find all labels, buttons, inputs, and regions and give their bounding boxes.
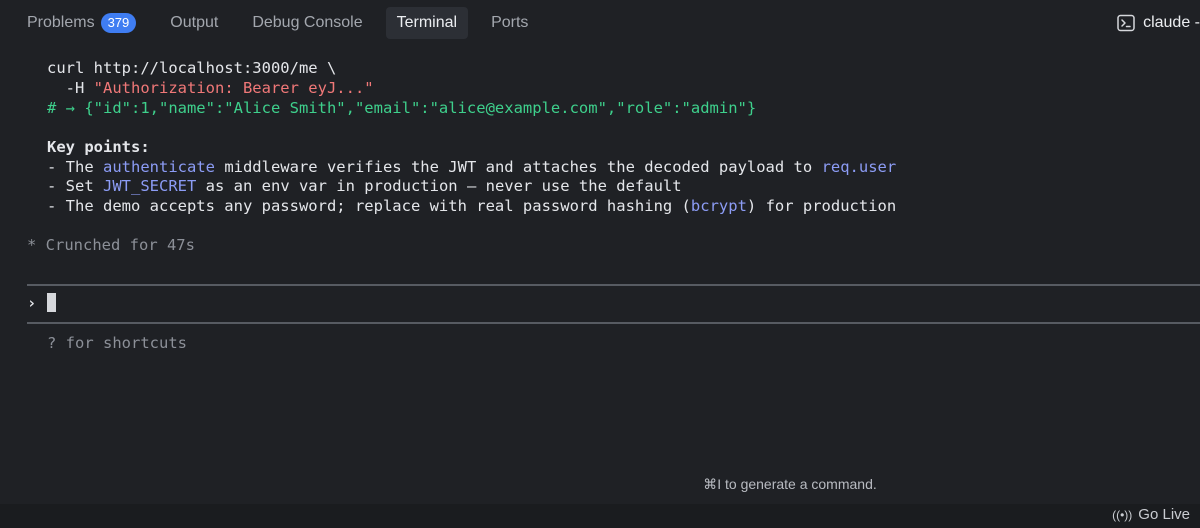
session-label: claude -: [1143, 14, 1200, 31]
shortcuts-hint-text: ? for shortcuts: [47, 334, 187, 352]
problems-count-badge: 379: [100, 13, 137, 33]
go-live-button[interactable]: ((•)) Go Live: [1112, 506, 1190, 523]
go-live-label: Go Live: [1138, 506, 1190, 523]
generate-command-hint: ⌘I to generate a command.: [703, 476, 877, 492]
jwt-secret-term: JWT_SECRET: [103, 177, 197, 195]
broadcast-icon: ((•)): [1112, 507, 1133, 522]
tab-debug-console-label: Debug Console: [252, 14, 363, 31]
point1-prefix: - The: [47, 158, 103, 176]
point2-suffix: as an env var in production — never use …: [196, 177, 682, 195]
tab-debug-console[interactable]: Debug Console: [241, 7, 373, 39]
status-bar: ((•)) Go Live: [0, 504, 1200, 528]
point1-middle: middleware verifies the JWT and attaches…: [214, 158, 822, 176]
shortcuts-hint: ? for shortcuts: [47, 333, 187, 353]
tab-output-label: Output: [170, 14, 219, 31]
point2-prefix: - Set: [47, 177, 103, 195]
response-comment-text: # → {"id":1,"name":"Alice Smith","email"…: [47, 99, 757, 117]
key-point-3: - The demo accepts any password; replace…: [47, 196, 896, 216]
authorization-header-value: "Authorization: Bearer eyJ...": [93, 79, 374, 97]
authenticate-term: authenticate: [103, 158, 215, 176]
header-flag-text: -H: [47, 79, 94, 97]
prompt-top-divider: [27, 284, 1200, 286]
key-points-title: Key points:: [47, 138, 150, 156]
terminal-icon: [1117, 14, 1135, 32]
crunched-status: * Crunched for 47s: [27, 235, 195, 255]
tab-terminal[interactable]: Terminal: [385, 7, 469, 39]
terminal-session-selector[interactable]: claude -: [1117, 0, 1200, 46]
point3-prefix: - The demo accepts any password; replace…: [47, 197, 691, 215]
tab-ports-label: Ports: [491, 14, 529, 31]
curl-command-text: curl http://localhost:3000/me \: [47, 59, 337, 77]
req-user-term: req.user: [821, 158, 897, 176]
prompt-bottom-divider: [27, 322, 1200, 324]
tab-problems-label: Problems: [27, 14, 95, 31]
header-flag-line: -H "Authorization: Bearer eyJ...": [47, 78, 374, 98]
curl-command-line: curl http://localhost:3000/me \: [47, 58, 336, 78]
key-point-1: - The authenticate middleware verifies t…: [47, 157, 896, 177]
point3-suffix: ) for production: [746, 197, 897, 215]
tab-terminal-label: Terminal: [396, 14, 458, 31]
key-point-2: - Set JWT_SECRET as an env var in produc…: [47, 176, 682, 196]
text-cursor[interactable]: [47, 293, 56, 312]
key-points-heading: Key points:: [47, 137, 150, 157]
crunched-status-text: * Crunched for 47s: [27, 236, 195, 254]
bcrypt-term: bcrypt: [690, 197, 747, 215]
tab-output[interactable]: Output: [159, 7, 229, 39]
tab-ports[interactable]: Ports: [480, 7, 539, 39]
response-comment-line: # → {"id":1,"name":"Alice Smith","email"…: [47, 98, 756, 118]
tab-problems[interactable]: Problems 379: [16, 7, 147, 39]
panel-tabbar: Problems 379 Output Debug Console Termin…: [0, 0, 1200, 46]
prompt-symbol: ›: [27, 294, 37, 312]
